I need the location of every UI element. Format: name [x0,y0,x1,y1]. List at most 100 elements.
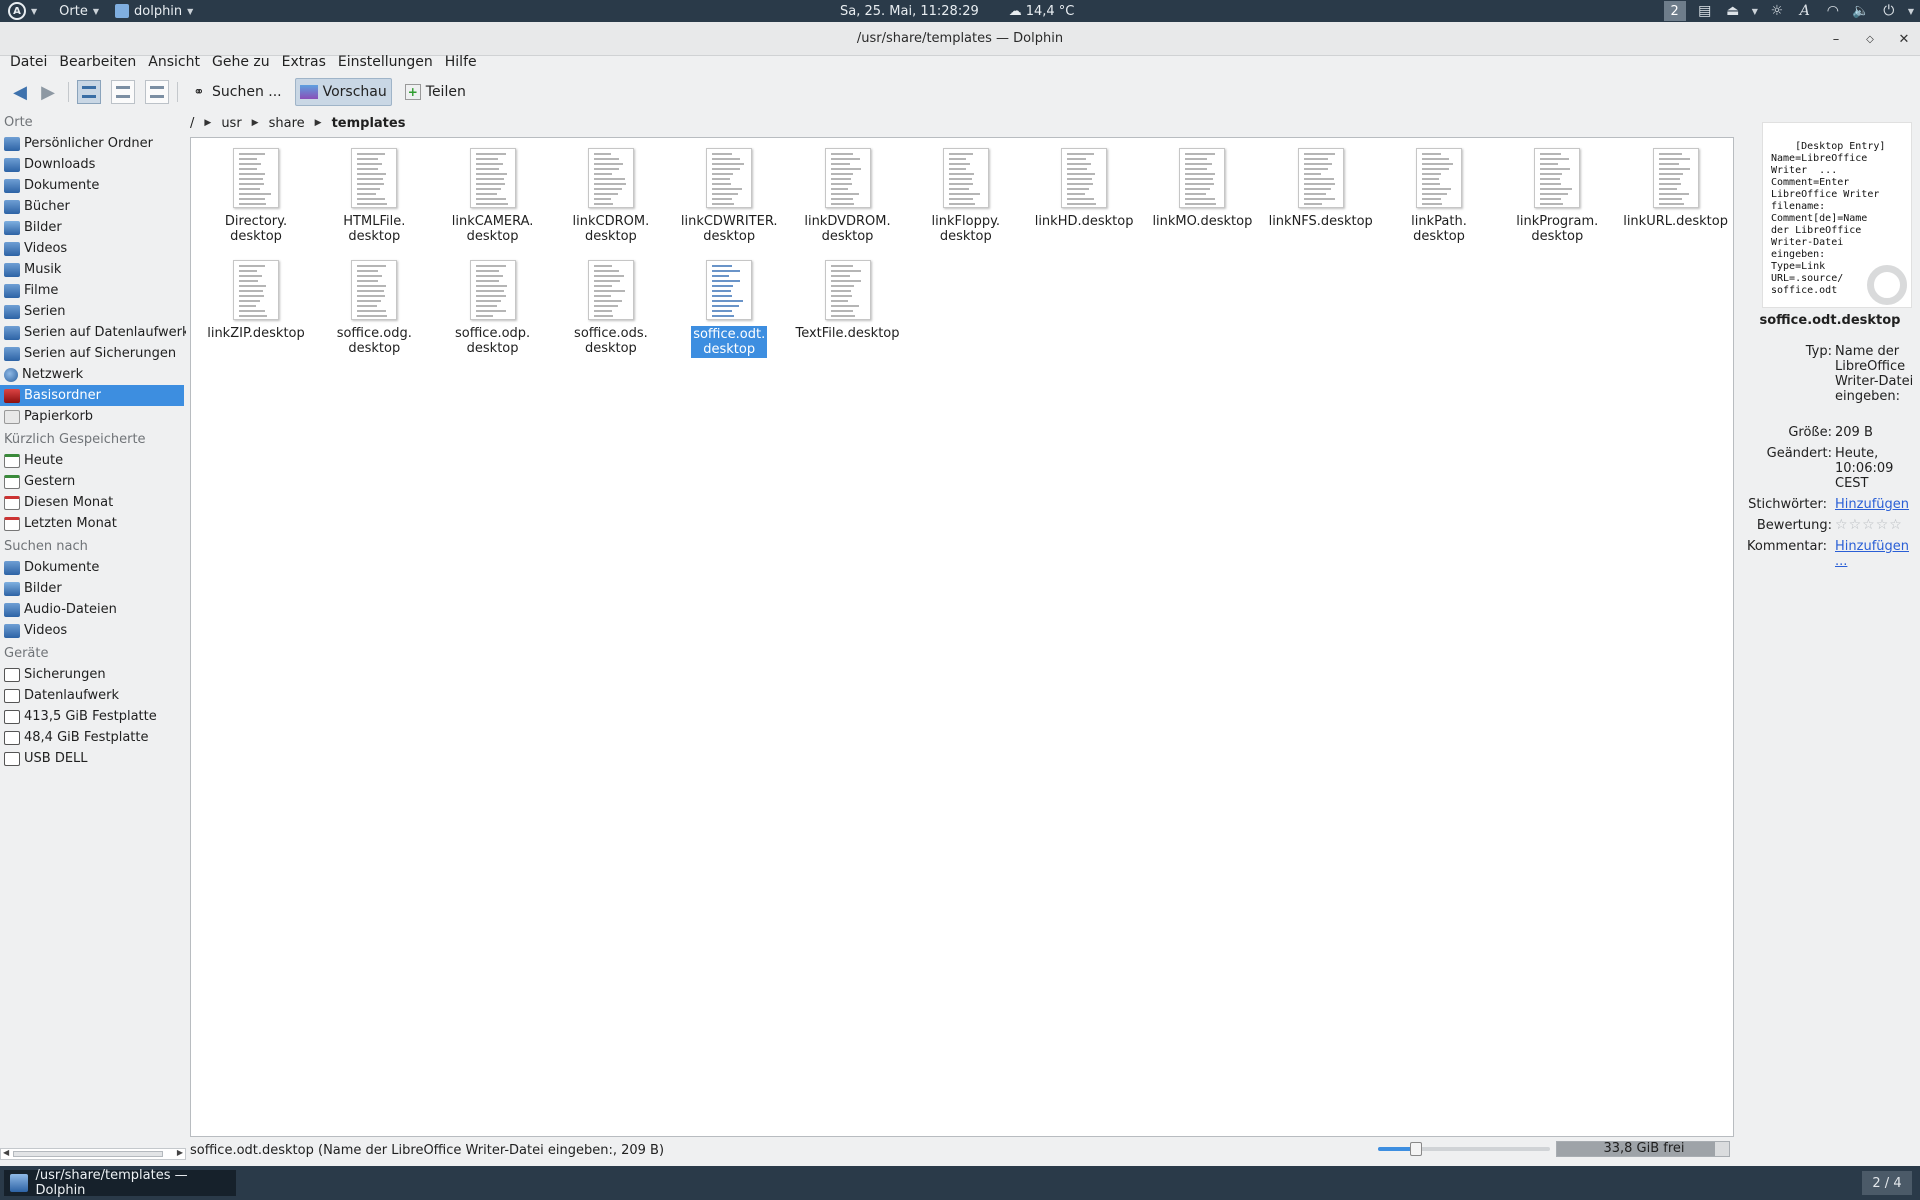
breadcrumb-root[interactable]: / [190,116,194,131]
minimize-button[interactable]: – [1828,31,1844,47]
chevron-right-icon[interactable]: ▶ [315,118,322,128]
sidebar-item-gestern[interactable]: Gestern [0,471,186,492]
wifi-icon[interactable]: ◠ [1824,2,1842,20]
brightness-icon[interactable]: ☼ [1768,2,1786,20]
chevron-right-icon[interactable]: ▶ [204,118,211,128]
places-panel-scrollbar[interactable]: ◀ ▶ [0,1148,186,1160]
clock[interactable]: Sa, 25. Mai, 11:28:29 [840,4,979,19]
file-item[interactable]: linkHD.desktop [1027,148,1141,229]
sidebar-item-basisordner[interactable]: Basisordner [0,385,184,406]
sidebar-item-diesen-monat[interactable]: Diesen Monat [0,492,186,513]
star-icon[interactable]: ☆ [1862,518,1875,533]
sidebar-item-filme[interactable]: Filme [0,280,186,301]
sidebar-item-usb-dell[interactable]: USB DELL [0,748,186,769]
file-item[interactable]: linkNFS.desktop [1264,148,1378,229]
sidebar-item-serien-auf-datenlaufwerk[interactable]: Serien auf Datenlaufwerk [0,322,186,343]
font-icon[interactable]: A [1796,2,1814,20]
sidebar-item-bilder[interactable]: Bilder [0,578,186,599]
menu-datei[interactable]: Datei [4,54,53,70]
share-button[interactable]: + Teilen [400,78,471,106]
eject-icon[interactable]: ⏏ [1724,2,1742,20]
sidebar-item-bücher[interactable]: Bücher [0,196,186,217]
app-menu[interactable]: dolphin ▼ [107,0,201,22]
app-launcher-button[interactable]: A ▼ [0,0,45,22]
add-tags-link[interactable]: Hinzufügen [1835,497,1919,512]
chevron-down-icon[interactable]: ▼ [1752,7,1758,16]
sidebar-item-serien[interactable]: Serien [0,301,186,322]
sidebar-item-netzwerk[interactable]: Netzwerk [0,364,186,385]
search-button[interactable]: ⚭ Suchen ... [186,78,287,106]
free-space-indicator[interactable]: 33,8 GiB frei [1556,1141,1730,1157]
sidebar-item-dokumente[interactable]: Dokumente [0,557,186,578]
menu-ansicht[interactable]: Ansicht [142,54,206,70]
add-comment-link[interactable]: Hinzufügen ... [1835,539,1911,569]
menu-extras[interactable]: Extras [276,54,332,70]
file-item[interactable]: linkMO.desktop [1145,148,1259,229]
file-item[interactable]: soffice.odt. desktop [672,260,786,358]
sidebar-item-persönlicher-ordner[interactable]: Persönlicher Ordner [0,133,186,154]
sidebar-item-videos[interactable]: Videos [0,620,186,641]
rating-stars[interactable]: ☆ ☆ ☆ ☆ ☆ [1835,518,1919,533]
chevron-right-icon[interactable]: ▶ [252,118,259,128]
icons-view-button[interactable] [77,80,101,104]
window-titlebar[interactable]: /usr/share/templates — Dolphin – ◇ ✕ [0,22,1920,56]
menu-einstellungen[interactable]: Einstellungen [332,54,439,70]
sidebar-item-letzten-monat[interactable]: Letzten Monat [0,513,186,534]
scrollbar-thumb[interactable] [13,1151,163,1157]
breadcrumb-share[interactable]: share [269,116,305,131]
sidebar-item-48-4-gib-festplatte[interactable]: 48,4 GiB Festplatte [0,727,186,748]
power-icon[interactable]: ⏻ [1880,2,1898,20]
taskbar-item-dolphin[interactable]: /usr/share/templates — Dolphin [4,1168,236,1198]
weather-widget[interactable]: ☁ 14,4 °C [1009,4,1075,19]
maximize-button[interactable]: ◇ [1862,31,1878,47]
file-item[interactable]: linkURL.desktop [1619,148,1733,229]
sidebar-item-audio-dateien[interactable]: Audio-Dateien [0,599,186,620]
sidebar-item-bilder[interactable]: Bilder [0,217,186,238]
file-item[interactable]: linkCDROM. desktop [554,148,668,244]
file-item[interactable]: soffice.odp. desktop [436,260,550,356]
file-item[interactable]: soffice.odg. desktop [317,260,431,356]
menu-bearbeiten[interactable]: Bearbeiten [53,54,142,70]
breadcrumb-usr[interactable]: usr [221,116,241,131]
file-item[interactable]: HTMLFile. desktop [317,148,431,244]
file-item[interactable]: linkFloppy. desktop [909,148,1023,244]
file-item[interactable]: linkProgram. desktop [1500,148,1614,244]
volume-icon[interactable]: 🔈 [1852,2,1870,20]
scroll-right-icon[interactable]: ▶ [177,1148,183,1157]
file-item[interactable]: Directory. desktop [199,148,313,244]
file-item[interactable]: linkPath. desktop [1382,148,1496,244]
chevron-down-icon[interactable]: ▼ [1908,7,1914,16]
close-button[interactable]: ✕ [1896,31,1912,47]
forward-button[interactable]: ▶ [36,80,60,104]
file-item[interactable]: linkCAMERA. desktop [436,148,550,244]
sidebar-item-serien-auf-sicherungen[interactable]: Serien auf Sicherungen [0,343,186,364]
star-icon[interactable]: ☆ [1849,518,1862,533]
menu-gehe-zu[interactable]: Gehe zu [206,54,276,70]
file-item[interactable]: linkCDWRITER. desktop [672,148,786,244]
menu-hilfe[interactable]: Hilfe [439,54,483,70]
zoom-slider[interactable] [1378,1142,1550,1156]
details-view-button[interactable] [145,80,169,104]
scroll-left-icon[interactable]: ◀ [3,1148,9,1157]
star-icon[interactable]: ☆ [1889,518,1902,533]
sidebar-item-heute[interactable]: Heute [0,450,186,471]
file-item[interactable]: linkDVDROM. desktop [791,148,905,244]
places-menu[interactable]: Orte ▼ [51,0,107,22]
zoom-slider-handle[interactable] [1409,1142,1422,1156]
clipboard-icon[interactable]: ▤ [1696,2,1714,20]
compact-view-button[interactable] [111,80,135,104]
sidebar-item-musik[interactable]: Musik [0,259,186,280]
sidebar-item-papierkorb[interactable]: Papierkorb [0,406,186,427]
star-icon[interactable]: ☆ [1835,518,1848,533]
back-button[interactable]: ◀ [8,80,32,104]
preview-button[interactable]: Vorschau [294,78,392,106]
file-item[interactable]: soffice.ods. desktop [554,260,668,356]
sidebar-item-videos[interactable]: Videos [0,238,186,259]
sidebar-item-sicherungen[interactable]: Sicherungen [0,664,186,685]
file-item[interactable]: linkZIP.desktop [199,260,313,341]
sidebar-item-datenlaufwerk[interactable]: Datenlaufwerk [0,685,186,706]
sidebar-item-dokumente[interactable]: Dokumente [0,175,186,196]
star-icon[interactable]: ☆ [1876,518,1889,533]
file-item[interactable]: TextFile.desktop [791,260,905,341]
sidebar-item-downloads[interactable]: Downloads [0,154,186,175]
